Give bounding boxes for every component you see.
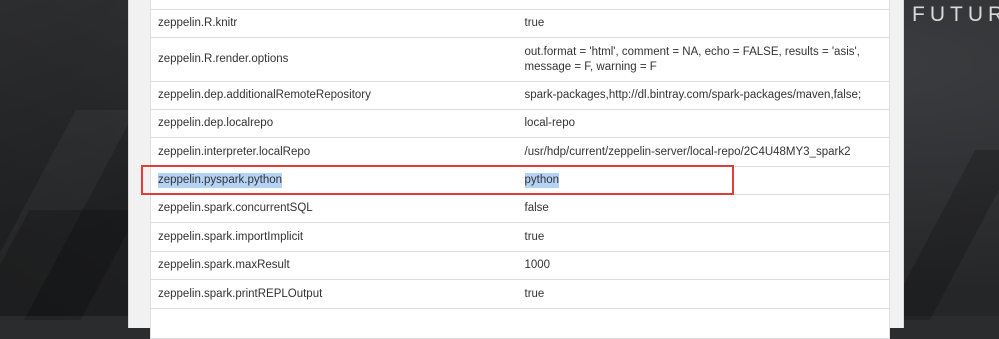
property-value-cell (518, 309, 890, 338)
brand-text: FUTUR (912, 3, 999, 26)
property-value: local-repo (524, 117, 576, 129)
property-value-text: out.format = 'html', comment = NA, echo … (524, 45, 860, 73)
table-row-empty (151, 308, 889, 338)
table-row: zeppelin.spark.maxResult 1000 (151, 251, 889, 279)
property-name: zeppelin.interpreter.localRepo (158, 145, 311, 158)
table-row: zeppelin.dep.additionalRemoteRepository … (151, 81, 889, 109)
property-value: true (524, 230, 545, 243)
property-name: zeppelin.spark.importImplicit (158, 230, 304, 243)
property-name: zeppelin.dep.additionalRemoteRepository (158, 89, 371, 101)
table-row-partial (151, 0, 889, 9)
property-name: zeppelin.dep.localrepo (158, 117, 274, 129)
property-value: true (524, 17, 545, 29)
table-row: zeppelin.R.render.options out.format = '… (151, 37, 889, 81)
property-name: zeppelin.spark.concurrentSQL (158, 202, 313, 214)
property-value: /usr/hdp/current/zeppelin-server/local-r… (524, 145, 851, 158)
property-value: false (524, 202, 549, 214)
property-name: zeppelin.R.render.options (158, 53, 289, 65)
property-value: spark-packages,http://dl.bintray.com/spa… (524, 89, 862, 101)
property-name: zeppelin.spark.printREPLOutput (158, 287, 323, 300)
table-row: zeppelin.spark.concurrentSQL false (151, 194, 889, 222)
property-value: 1000 (524, 259, 551, 271)
interpreter-settings-panel: zeppelin.R.knitr true zeppelin.R.render.… (128, 0, 904, 339)
property-name-cell (151, 309, 518, 338)
property-name: zeppelin.R.knitr (158, 17, 238, 29)
table-row: zeppelin.spark.importImplicit true (151, 222, 889, 251)
table-row: zeppelin.dep.localrepo local-repo (151, 109, 889, 137)
property-value: out.format = 'html', comment = NA, echo … (518, 38, 890, 81)
table-row: zeppelin.R.knitr true (151, 9, 889, 37)
property-value: true (524, 287, 545, 300)
property-value-cell (518, 0, 890, 9)
property-name-cell (151, 0, 518, 9)
table-row: zeppelin.spark.printREPLOutput true (151, 279, 889, 308)
property-name: zeppelin.spark.maxResult (158, 259, 290, 271)
annotation-highlight-box (141, 165, 734, 195)
table-row: zeppelin.interpreter.localRepo /usr/hdp/… (151, 137, 889, 166)
